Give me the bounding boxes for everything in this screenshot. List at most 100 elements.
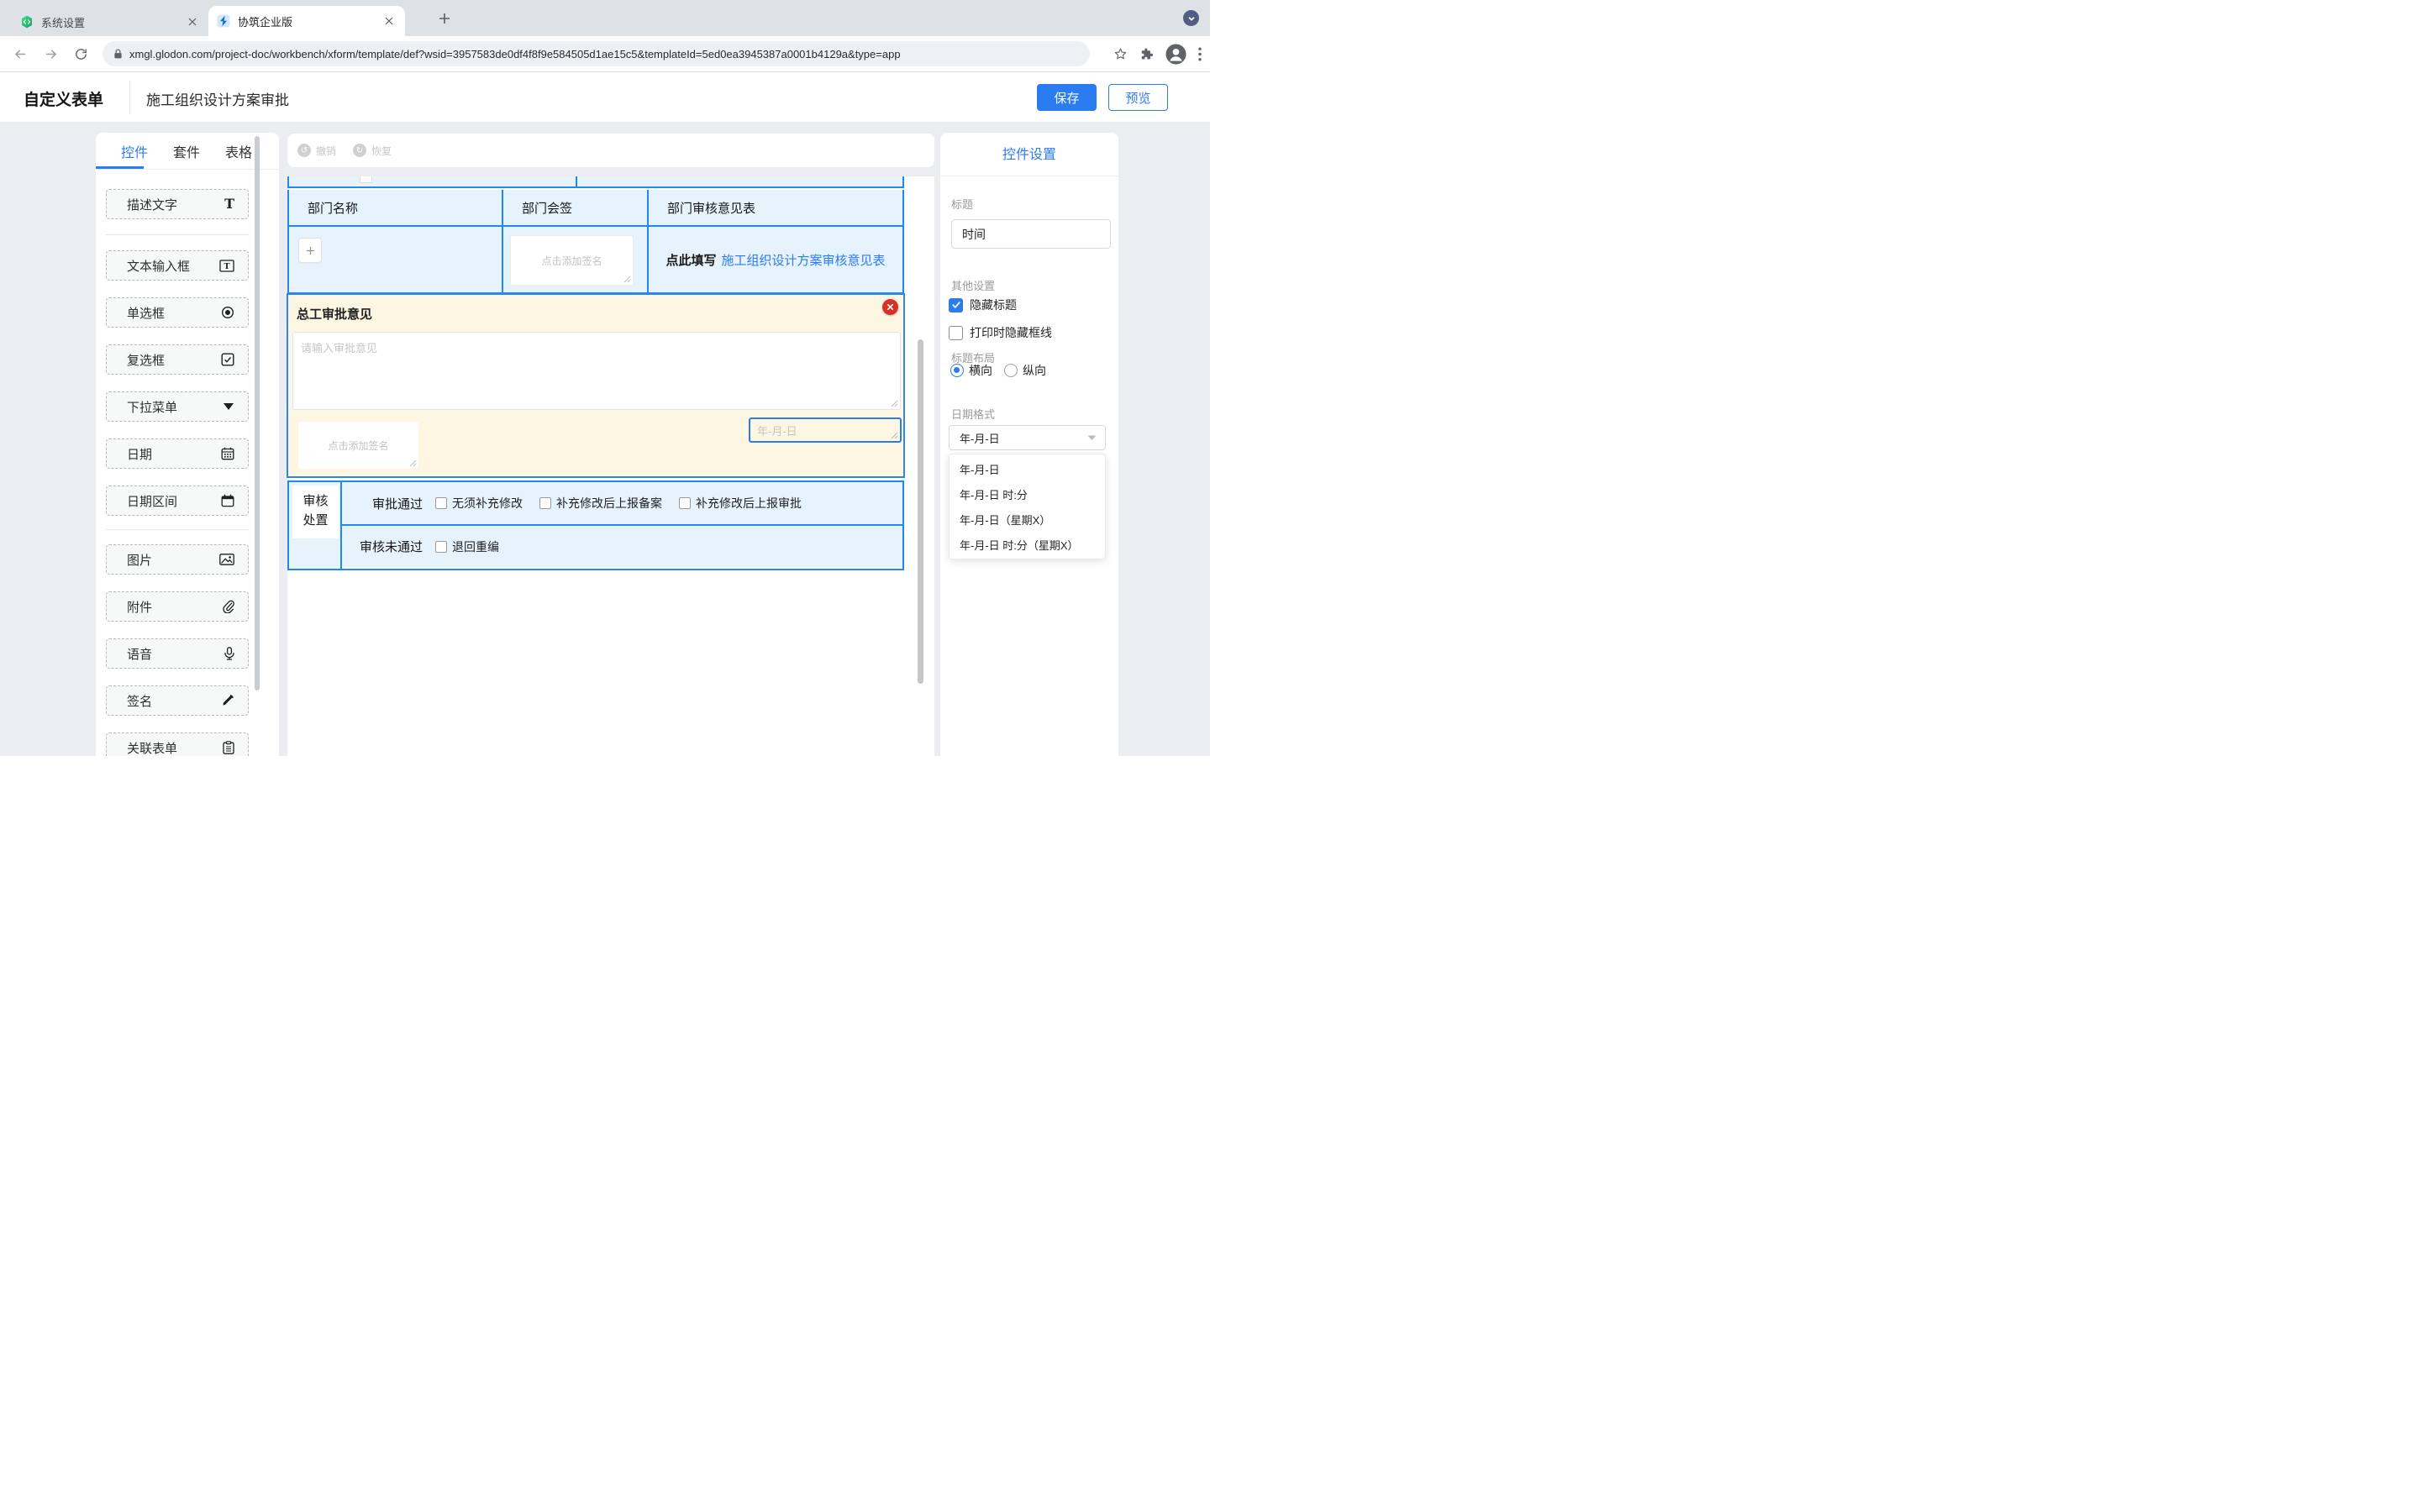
undo-button[interactable]: ↺ 撤销 (297, 134, 336, 167)
tab-close-icon[interactable] (381, 13, 397, 29)
checkbox[interactable] (435, 497, 447, 509)
dropdown-option[interactable]: 年-月-日 (950, 456, 1105, 481)
preview-button[interactable]: 预览 (1108, 84, 1168, 111)
checkbox[interactable] (949, 326, 963, 340)
checkbox-label: 打印时隐藏框线 (970, 324, 1052, 341)
checkbox-label: 补充修改后上报审批 (696, 495, 802, 512)
sidebar-group-divider (106, 529, 249, 530)
widget-item[interactable]: 图片 (106, 544, 249, 575)
dropdown-option[interactable]: 年-月-日 时:分（星期X） (950, 532, 1105, 557)
widget-item[interactable]: 关联表单 (106, 732, 249, 756)
checkbox-option[interactable]: 补充修改后上报审批 (679, 495, 802, 512)
widget-item[interactable]: 日期 (106, 438, 249, 469)
app-header: 自定义表单 施工组织设计方案审批 保存 预览 (0, 72, 1210, 123)
tab-close-icon[interactable] (185, 14, 200, 29)
sidebar-tab[interactable]: 表格 (225, 141, 252, 161)
checkbox-option[interactable]: 补充修改后上报备案 (539, 495, 662, 512)
resize-handle-icon[interactable] (891, 432, 898, 439)
sidebar-tab[interactable]: 控件 (121, 141, 148, 161)
widget-item-icon: T (224, 197, 234, 211)
column-header[interactable]: 部门审核意见表 (649, 190, 904, 227)
title-field-label: 标题 (951, 196, 973, 212)
other-settings-label: 其他设置 (951, 277, 995, 293)
address-input[interactable]: xmgl.glodon.com/project-doc/workbench/xf… (103, 41, 1090, 66)
date-format-select[interactable]: 年-月-日 (949, 425, 1106, 450)
add-row-button[interactable] (299, 239, 321, 262)
widget-item[interactable]: 签名 (106, 685, 249, 716)
widget-item[interactable]: 附件 (106, 591, 249, 622)
extensions-icon[interactable] (1139, 47, 1154, 61)
review-form-link[interactable]: 施工组织设计方案审核意见表 (722, 251, 886, 269)
widget-item-label: 附件 (127, 598, 222, 616)
title-layout-options: 横向 纵向 (950, 362, 1058, 379)
site-favicon-icon (20, 15, 34, 29)
row-label: 审批通过 (342, 495, 423, 512)
redo-button[interactable]: ↻ 恢复 (353, 134, 392, 167)
radio-label[interactable]: 纵向 (1023, 362, 1046, 379)
sidebar-tab[interactable]: 套件 (173, 141, 200, 161)
checkbox-option[interactable]: 无须补充修改 (435, 495, 523, 512)
browser-tab[interactable]: 系统设置 (12, 8, 208, 36)
date-field-selected[interactable]: 年-月-日 (749, 417, 902, 443)
checkbox-label: 退回重编 (452, 538, 499, 555)
canvas-scrollbar[interactable] (918, 339, 923, 684)
checkbox[interactable] (679, 497, 691, 509)
chevron-down-icon (1087, 435, 1097, 441)
widget-item-label: 文本输入框 (127, 257, 219, 275)
dropdown-option[interactable]: 年-月-日（星期X） (950, 507, 1105, 532)
radio-label[interactable]: 横向 (969, 362, 992, 379)
checkbox[interactable] (949, 298, 963, 312)
hide-title-option[interactable]: 隐藏标题 (949, 297, 1017, 313)
sidebar-scrollbar[interactable] (255, 136, 260, 690)
section-title: 总工审批意见 (297, 305, 372, 323)
widget-item[interactable]: 日期区间 (106, 486, 249, 516)
widget-item[interactable]: 下拉菜单 (106, 391, 249, 422)
profile-avatar[interactable] (1165, 44, 1186, 65)
signature-field[interactable]: 点击添加签名 (510, 235, 634, 286)
save-button[interactable]: 保存 (1037, 84, 1097, 111)
checkbox[interactable] (539, 497, 551, 509)
title-input[interactable]: 时间 (951, 219, 1111, 249)
radio-vertical[interactable] (1004, 364, 1018, 377)
forward-icon[interactable] (39, 42, 62, 66)
checkbox[interactable] (435, 541, 447, 553)
checkbox-label: 隐藏标题 (970, 297, 1017, 313)
new-tab-button[interactable] (434, 8, 455, 29)
table-partial-row (287, 176, 904, 188)
browser-update-badge[interactable] (1183, 10, 1199, 26)
widget-item[interactable]: 语音 (106, 638, 249, 669)
widget-item[interactable]: 复选框 (106, 344, 249, 375)
hide-border-on-print-option[interactable]: 打印时隐藏框线 (949, 324, 1052, 341)
reload-icon[interactable] (69, 42, 92, 66)
widget-item-label: 签名 (127, 692, 221, 710)
widget-item-label: 日期 (127, 445, 221, 463)
widget-item[interactable]: 文本输入框 T (106, 250, 249, 281)
select-value: 年-月-日 (960, 430, 1087, 446)
widget-item[interactable]: 单选框 (106, 297, 249, 328)
checkbox-option[interactable]: 退回重编 (435, 538, 499, 555)
approval-comment-textarea[interactable]: 请输入审批意见 (292, 332, 901, 410)
dropdown-option[interactable]: 年-月-日 时:分 (950, 481, 1105, 507)
column-header[interactable]: 部门会签 (503, 190, 649, 227)
widget-item-label: 复选框 (127, 351, 221, 369)
back-icon[interactable] (8, 42, 32, 66)
radio-horizontal[interactable] (950, 364, 964, 377)
widget-item-icon (222, 600, 234, 613)
svg-text:T: T (224, 262, 229, 271)
resize-handle-icon[interactable] (409, 459, 417, 467)
resize-handle-icon[interactable] (623, 276, 631, 283)
fill-prefix-text: 点此填写 (666, 251, 716, 269)
checkbox-label: 补充修改后上报备案 (556, 495, 662, 512)
column-header[interactable]: 部门名称 (287, 190, 503, 227)
widget-settings-panel: 控件设置 标题 时间 其他设置 隐藏标题 打印时隐藏框线 标题布局 横向 纵向 … (940, 133, 1118, 756)
browser-menu-icon[interactable] (1198, 47, 1202, 61)
browser-tab[interactable]: 协筑企业版 (208, 6, 405, 36)
resize-handle-icon[interactable] (891, 400, 898, 407)
review-pass-row: 审批通过 无须补充修改 补充修改后上报备案 (342, 482, 902, 526)
bookmark-star-icon[interactable] (1113, 47, 1128, 61)
browser-tab-title: 协筑企业版 (238, 13, 381, 29)
widget-item[interactable]: 描述文字 T (106, 189, 249, 219)
chief-approval-section[interactable]: 总工审批意见 请输入审批意见 点击添加签名 年-月-日 (287, 294, 904, 477)
signature-field[interactable]: 点击添加签名 (298, 422, 418, 469)
delete-section-button[interactable] (882, 299, 898, 315)
